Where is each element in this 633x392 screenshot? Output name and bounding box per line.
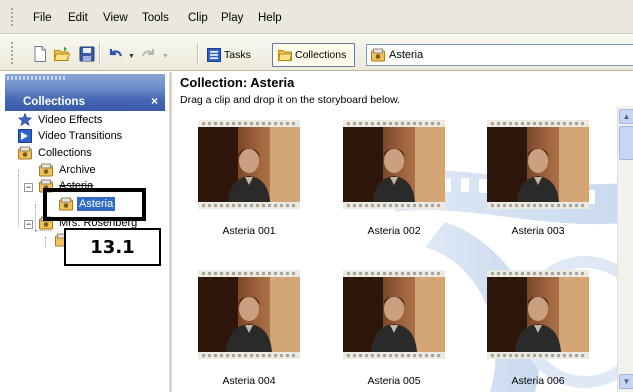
clip-thumbnail[interactable] (198, 120, 300, 209)
collections-icon (18, 146, 32, 160)
pane-title: Collections (23, 96, 85, 108)
film-strip (343, 120, 445, 127)
collection-dropdown-value: Asteria (389, 49, 424, 61)
clip-thumbnail[interactable] (487, 120, 589, 209)
collection-heading: Collection: Asteria (180, 75, 295, 90)
clip-frame (487, 127, 589, 202)
clip-label: Asteria 001 (222, 225, 276, 237)
scroll-down-icon[interactable]: ▼ (619, 374, 633, 389)
tree-item-collections[interactable]: Collections (18, 145, 94, 161)
tree-item-video-effects[interactable]: Video Effects (17, 112, 104, 128)
annotation-highlight-box (43, 188, 146, 221)
redo-icon[interactable] (140, 45, 158, 63)
clip-label: Asteria 005 (367, 375, 421, 387)
annotation-label: 13.1 (64, 228, 161, 266)
clip-frame (198, 127, 300, 202)
undo-icon[interactable] (106, 45, 124, 63)
collections-button[interactable]: Collections (272, 43, 355, 67)
film-strip (343, 202, 445, 209)
pane-grip[interactable] (7, 76, 67, 80)
clip-label: Asteria 002 (367, 225, 421, 237)
menu-tools[interactable]: Tools (142, 11, 169, 25)
folder-icon (278, 48, 293, 62)
collection-dropdown[interactable]: Asteria (366, 44, 633, 66)
toolbar-separator (197, 43, 198, 65)
vertical-scrollbar[interactable]: ▲ ▼ (617, 106, 633, 392)
video-effects-icon (17, 112, 33, 127)
clip-label: Asteria 006 (511, 375, 565, 387)
menu-view[interactable]: View (103, 11, 128, 25)
clip-label: Asteria 003 (511, 225, 565, 237)
film-strip (198, 270, 300, 277)
tree-item-archive[interactable]: Archive (39, 162, 98, 178)
tree-line (18, 170, 19, 226)
film-strip (198, 120, 300, 127)
film-strip (343, 270, 445, 277)
scrollbar-thumb[interactable] (619, 126, 633, 160)
clip-thumbnail[interactable] (343, 270, 445, 359)
collapse-toggle[interactable]: − (24, 220, 33, 229)
clip-thumbnail[interactable] (343, 120, 445, 209)
tree-item-label: Archive (59, 164, 96, 176)
film-strip (198, 202, 300, 209)
collections-pane-header: Collections × (5, 74, 165, 111)
toolbar: ▼ ▼ Tasks Collections Asteria (0, 35, 633, 71)
collections-button-label: Collections (295, 49, 347, 61)
collapse-toggle[interactable]: − (24, 183, 33, 192)
tasks-icon (207, 48, 221, 62)
menu-help[interactable]: Help (258, 11, 282, 25)
toolbar-grip[interactable] (11, 42, 14, 64)
menu-clip[interactable]: Clip (188, 11, 208, 25)
scroll-up-icon[interactable]: ▲ (619, 109, 633, 124)
menu-edit[interactable]: Edit (68, 11, 88, 25)
clip-frame (343, 127, 445, 202)
collection-instruction: Drag a clip and drop it on the storyboar… (180, 94, 401, 106)
menu-bar-grip[interactable] (11, 8, 14, 28)
video-transitions-icon (18, 129, 32, 143)
film-strip (343, 352, 445, 359)
film-strip (487, 120, 589, 127)
new-project-icon[interactable] (31, 45, 49, 63)
tree-item-label: Collections (38, 147, 92, 159)
tasks-label: Tasks (224, 49, 251, 61)
collection-content: Collection: Asteria Drag a clip and drop… (175, 72, 633, 392)
undo-dropdown-arrow[interactable]: ▼ (128, 53, 135, 60)
tree-item-label: Video Transitions (38, 130, 123, 142)
redo-dropdown-arrow[interactable]: ▼ (162, 53, 169, 60)
clip-label: Asteria 004 (222, 375, 276, 387)
tree-line (45, 237, 46, 247)
menu-play[interactable]: Play (221, 11, 243, 25)
menu-file[interactable]: File (33, 11, 52, 25)
film-strip (487, 202, 589, 209)
open-project-icon[interactable] (53, 45, 71, 63)
clip-thumbnail[interactable] (198, 270, 300, 359)
toolbar-separator (99, 43, 100, 65)
menu-bar: File Edit View Tools Clip Play Help (0, 0, 633, 34)
film-strip (198, 352, 300, 359)
save-project-icon[interactable] (78, 45, 96, 63)
close-icon[interactable]: × (151, 94, 158, 108)
clip-frame (198, 277, 300, 352)
collection-icon (39, 163, 53, 177)
clip-frame (343, 277, 445, 352)
clip-thumbnail[interactable] (487, 270, 589, 359)
tree-line (35, 204, 36, 232)
clip-frame (487, 277, 589, 352)
tree-item-label: Video Effects (38, 114, 103, 126)
film-strip (487, 352, 589, 359)
collection-icon (371, 48, 385, 62)
tree-item-video-transitions[interactable]: Video Transitions (18, 128, 124, 144)
tasks-button[interactable]: Tasks (207, 45, 251, 65)
film-strip (487, 270, 589, 277)
